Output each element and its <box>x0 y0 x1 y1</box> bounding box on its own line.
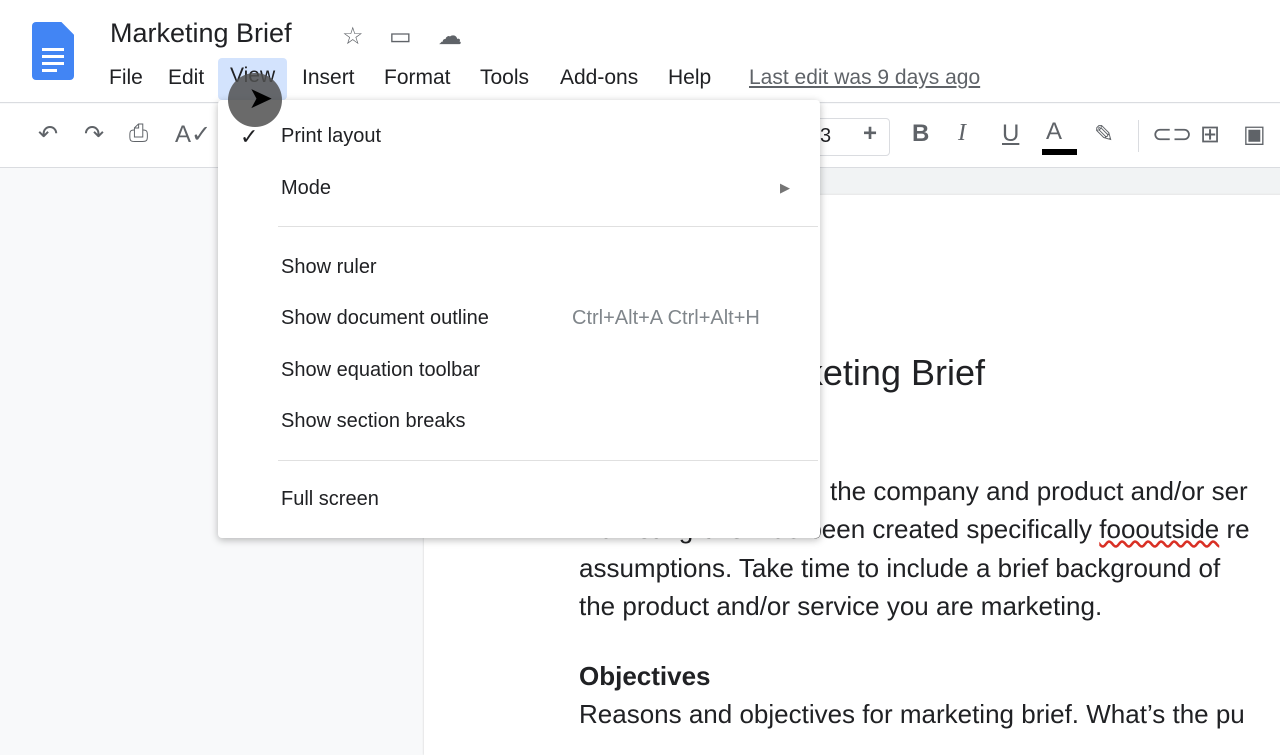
last-edit-link[interactable]: Last edit was 9 days ago <box>749 66 980 90</box>
doc-line: the company and product and/or ser <box>830 476 1248 506</box>
menu-divider <box>278 460 818 461</box>
menu-item-show-document-outline[interactable]: Show document outline <box>281 307 489 330</box>
mouse-cursor-highlight: ➤ <box>228 73 282 127</box>
doc-line: Reasons and objectives for marketing bri… <box>579 699 1245 729</box>
insert-image-icon[interactable]: ▣ <box>1243 120 1266 149</box>
doc-text: re <box>1219 514 1250 544</box>
redo-icon[interactable]: ↷ <box>84 120 104 149</box>
spellcheck-icon[interactable]: A✓ <box>175 120 211 149</box>
menu-help[interactable]: Help <box>662 64 717 92</box>
menu-divider <box>278 226 818 227</box>
link-icon[interactable]: ⊂⊃ <box>1152 120 1192 149</box>
print-icon[interactable]: ⎙ <box>129 120 148 148</box>
underline-button[interactable]: U <box>1002 120 1019 148</box>
cloud-saved-icon[interactable]: ☁ <box>438 22 462 51</box>
shortcut-text: Ctrl+Alt+A Ctrl+Alt+H <box>572 307 760 329</box>
menu-item-mode[interactable]: Mode <box>281 177 331 200</box>
menu-tools[interactable]: Tools <box>474 64 535 92</box>
menu-edit[interactable]: Edit <box>162 64 210 92</box>
menu-addons[interactable]: Add-ons <box>554 64 644 92</box>
menu-item-show-ruler[interactable]: Show ruler <box>281 256 377 279</box>
misspelled-word[interactable]: foooutside <box>1099 514 1219 544</box>
menu-item-full-screen[interactable]: Full screen <box>281 488 379 511</box>
move-to-folder-icon[interactable]: ▭ <box>389 22 412 51</box>
increase-font-size-button[interactable]: + <box>863 120 877 148</box>
font-size-value[interactable]: 3 <box>820 125 831 148</box>
add-comment-icon[interactable]: ⊞ <box>1200 120 1220 149</box>
italic-button[interactable]: I <box>958 120 966 147</box>
view-menu-dropdown: ✓ Print layout Mode ▶ Show ruler Show do… <box>218 100 820 538</box>
undo-icon[interactable]: ↶ <box>38 120 58 149</box>
toolbar-divider <box>1138 120 1139 152</box>
highlight-icon[interactable]: ✎ <box>1094 120 1114 149</box>
menu-insert[interactable]: Insert <box>296 64 361 92</box>
text-color-button[interactable]: A <box>1046 118 1062 146</box>
star-icon[interactable]: ☆ <box>342 22 364 51</box>
docs-logo-icon[interactable] <box>32 22 74 80</box>
doc-line: assumptions. Take time to include a brie… <box>579 553 1221 583</box>
menu-item-show-equation-toolbar[interactable]: Show equation toolbar <box>281 359 480 382</box>
submenu-arrow-icon: ▶ <box>780 180 790 195</box>
doc-subheading: Objectives <box>579 661 711 691</box>
menu-format[interactable]: Format <box>378 64 457 92</box>
text-color-swatch <box>1042 149 1077 155</box>
menu-file[interactable]: File <box>103 64 149 92</box>
bold-button[interactable]: B <box>912 120 929 148</box>
menu-item-print-layout[interactable]: Print layout <box>281 125 381 148</box>
check-icon: ✓ <box>240 124 259 149</box>
doc-line: the product and/or service you are marke… <box>579 591 1103 621</box>
menu-item-show-section-breaks[interactable]: Show section breaks <box>281 410 466 433</box>
cursor-arrow-icon: ➤ <box>248 82 274 115</box>
document-title[interactable]: Marketing Brief <box>110 18 292 49</box>
